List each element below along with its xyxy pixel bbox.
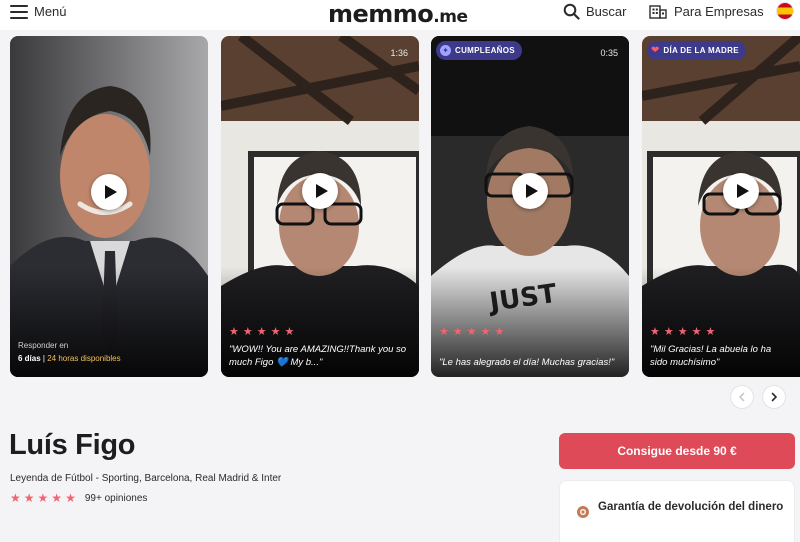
business-label: Para Empresas: [674, 3, 764, 19]
menu-button[interactable]: Menú: [10, 4, 67, 19]
star-icon: ★: [37, 491, 49, 505]
heart-icon: ❤: [651, 44, 660, 56]
review-stars: ★ ★ ★ ★ ★: [439, 327, 504, 338]
star-icon: ★: [650, 326, 660, 338]
guarantee-badge-icon: [577, 506, 589, 518]
review-quote: "WOW!! You are AMAZING!!Thank you so muc…: [229, 344, 407, 368]
play-button-icon[interactable]: [91, 174, 127, 210]
celebrity-name: Luís Figo: [9, 429, 136, 461]
review-stars: ★ ★ ★ ★ ★: [650, 327, 715, 338]
star-icon: ★: [23, 491, 35, 505]
chevron-right-icon: [771, 392, 778, 402]
occasion-tag-label: DÍA DE LA MADRE: [663, 46, 739, 55]
spain-flag-icon[interactable]: [776, 2, 794, 20]
video-card-4[interactable]: ❤ DÍA DE LA MADRE ★ ★ ★ ★ ★ "Mil Gracias! La…: [642, 36, 800, 377]
star-icon: ★: [242, 326, 253, 338]
review-stars: ★ ★ ★ ★ ★: [229, 327, 294, 338]
star-icon: ★: [452, 326, 463, 338]
video-card-3[interactable]: JUST ✦ CUMPLEAÑOS 0:35 ★★★★★ "Le has ale…: [431, 36, 629, 377]
respond-days: 6 días: [18, 354, 41, 363]
top-navigation-bar: Menú memmo.me Buscar Para Empresas: [0, 0, 800, 30]
review-quote: "Mil Gracias! La abuela lo ha sido muchí…: [650, 344, 772, 368]
respond-label: Responder en: [18, 341, 69, 350]
star-icon: ★: [65, 491, 76, 505]
carousel-previous-button[interactable]: [730, 385, 754, 409]
star-icon: ★: [677, 326, 688, 338]
star-icon: ★: [270, 326, 281, 338]
play-button-icon[interactable]: [723, 173, 759, 209]
star-icon: ★: [51, 491, 63, 505]
star-icon: ★: [439, 326, 449, 338]
logo-tld-text: .me: [433, 7, 468, 27]
video-card-1[interactable]: Responder en 6 días | 24 horas disponibl…: [10, 36, 208, 377]
occasion-tag: ❤ DÍA DE LA MADRE: [647, 41, 746, 60]
search-label: Buscar: [586, 4, 627, 19]
star-icon: ★: [229, 326, 239, 338]
money-back-guarantee-panel: Garantía de devolución del dinero: [559, 480, 795, 542]
memmo-logo[interactable]: memmo.me: [328, 0, 468, 28]
building-icon: [649, 5, 667, 19]
business-link[interactable]: Para Empresas: [649, 3, 764, 19]
star-icon: ★: [480, 326, 491, 338]
star-icon: ★: [10, 491, 21, 505]
star-icon: ★: [284, 326, 295, 338]
celebrity-subtitle: Leyenda de Fútbol - Sporting, Barcelona,…: [10, 473, 282, 484]
carousel-next-button[interactable]: [762, 385, 786, 409]
birthday-cake-icon: ✦: [440, 45, 451, 56]
star-icon: ★: [691, 326, 702, 338]
video-card-2[interactable]: 1:36 ★ ★ ★ ★ ★ "WOW!! You are AMAZING!!Thank…: [221, 36, 419, 377]
review-quote: "Le has alegrado el día! Muchas gracias!…: [439, 357, 615, 368]
search-button[interactable]: Buscar: [563, 3, 626, 20]
video-duration: 1:36: [390, 48, 408, 58]
search-icon: [563, 3, 580, 20]
star-icon: ★: [663, 326, 674, 338]
menu-label: Menú: [34, 4, 67, 19]
opinions-count: 99+ opiniones: [84, 492, 148, 504]
star-icon: ★: [466, 326, 477, 338]
star-icon: ★: [256, 326, 267, 338]
availability-label: 24 horas disponibles: [47, 354, 121, 363]
video-duration: 0:35: [600, 48, 618, 58]
play-button-icon[interactable]: [302, 173, 338, 209]
guarantee-text: Garantía de devolución del dinero: [598, 501, 784, 513]
hamburger-menu-icon: [10, 4, 28, 19]
response-time-info: Responder en 6 días | 24 horas disponibl…: [18, 341, 121, 363]
star-icon: ★: [494, 326, 505, 338]
chevron-left-icon: [738, 392, 745, 402]
order-cta-button[interactable]: Consigue desde 90 €: [559, 433, 795, 469]
occasion-tag-label: CUMPLEAÑOS: [455, 46, 515, 55]
star-icon: ★: [705, 326, 716, 338]
play-button-icon[interactable]: [512, 173, 548, 209]
profile-rating[interactable]: ★ ★ ★ ★ ★ 99+ opiniones: [10, 492, 147, 504]
logo-main-text: memmo: [328, 0, 434, 28]
occasion-tag: ✦ CUMPLEAÑOS: [436, 41, 522, 60]
